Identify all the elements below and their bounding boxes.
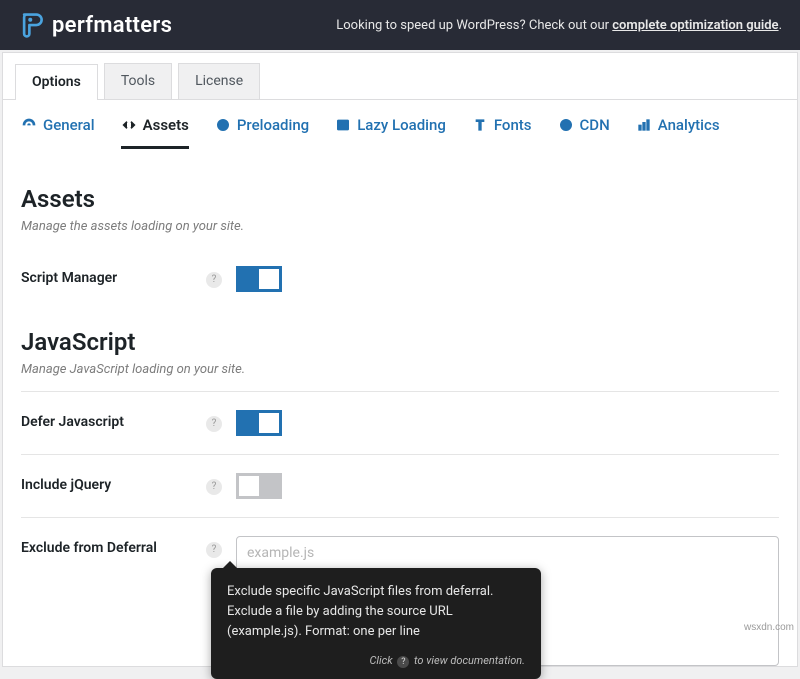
include-jquery-label: Include jQuery bbox=[21, 473, 206, 493]
banner-link[interactable]: complete optimization guide bbox=[612, 18, 778, 33]
main-tabs: Options Tools License bbox=[3, 53, 797, 100]
subnav-fonts[interactable]: Fonts bbox=[472, 116, 532, 149]
header-banner: Looking to speed up WordPress? Check out… bbox=[336, 18, 782, 33]
dashboard-icon bbox=[21, 117, 37, 133]
subnav-preloading[interactable]: Preloading bbox=[215, 116, 309, 149]
brand-logo: perfmatters bbox=[18, 11, 172, 39]
app-header: perfmatters Looking to speed up WordPres… bbox=[0, 0, 800, 50]
code-icon bbox=[121, 117, 137, 133]
banner-prefix: Looking to speed up WordPress? Check out… bbox=[336, 18, 612, 33]
subnav-general-label: General bbox=[43, 116, 95, 134]
tooltip-footer: Click ? to view documentation. bbox=[227, 652, 525, 669]
subnav-lazy-loading[interactable]: Lazy Loading bbox=[335, 116, 446, 149]
chart-icon bbox=[636, 117, 652, 133]
js-section-subtitle: Manage JavaScript loading on your site. bbox=[21, 362, 779, 377]
row-exclude-deferral: Exclude from Deferral ? Exclude specific… bbox=[21, 517, 779, 666]
tab-license[interactable]: License bbox=[178, 63, 260, 99]
row-defer-js: Defer Javascript ? bbox=[21, 391, 779, 454]
tab-content: Assets Manage the assets loading on your… bbox=[3, 149, 797, 666]
subnav-general[interactable]: General bbox=[21, 116, 95, 149]
subnav-fonts-label: Fonts bbox=[494, 116, 532, 134]
script-manager-toggle[interactable] bbox=[236, 266, 282, 292]
tab-options[interactable]: Options bbox=[15, 64, 98, 100]
assets-section-subtitle: Manage the assets loading on your site. bbox=[21, 219, 779, 234]
image-icon bbox=[335, 117, 351, 133]
js-section-title: JavaScript bbox=[21, 328, 779, 356]
tooltip-foot-prefix: Click bbox=[369, 654, 395, 667]
tab-tools[interactable]: Tools bbox=[104, 63, 172, 99]
row-include-jquery: Include jQuery ? bbox=[21, 454, 779, 517]
globe-icon bbox=[558, 117, 574, 133]
help-tooltip: Exclude specific JavaScript files from d… bbox=[211, 568, 541, 679]
subnav-preloading-label: Preloading bbox=[237, 116, 309, 134]
font-icon bbox=[472, 117, 488, 133]
watermark: wsxdn.com bbox=[744, 622, 794, 633]
row-script-manager: Script Manager ? bbox=[21, 248, 779, 310]
subnav-cdn[interactable]: CDN bbox=[558, 116, 610, 149]
clock-icon bbox=[215, 117, 231, 133]
subnav-analytics-label: Analytics bbox=[658, 116, 720, 134]
settings-panel: Options Tools License General Assets Pre… bbox=[2, 52, 798, 667]
defer-js-toggle[interactable] bbox=[236, 410, 282, 436]
subnav-assets[interactable]: Assets bbox=[121, 116, 189, 149]
exclude-deferral-label: Exclude from Deferral bbox=[21, 536, 206, 556]
banner-suffix: . bbox=[779, 18, 782, 33]
logo-icon bbox=[18, 11, 46, 39]
brand-name: perfmatters bbox=[52, 13, 172, 38]
subnav-analytics[interactable]: Analytics bbox=[636, 116, 720, 149]
tooltip-body: Exclude specific JavaScript files from d… bbox=[227, 582, 525, 642]
help-icon[interactable]: ? bbox=[206, 479, 222, 495]
help-icon: ? bbox=[397, 656, 409, 668]
script-manager-label: Script Manager bbox=[21, 266, 206, 286]
help-icon[interactable]: ? bbox=[206, 542, 222, 558]
subnav-cdn-label: CDN bbox=[580, 116, 610, 134]
tooltip-foot-suffix: to view documentation. bbox=[411, 654, 525, 667]
help-icon[interactable]: ? bbox=[206, 416, 222, 432]
assets-section-title: Assets bbox=[21, 185, 779, 213]
include-jquery-toggle[interactable] bbox=[236, 473, 282, 499]
subnav-assets-label: Assets bbox=[143, 116, 189, 134]
sub-nav: General Assets Preloading Lazy Loading F… bbox=[3, 100, 797, 149]
subnav-lazy-label: Lazy Loading bbox=[357, 116, 446, 134]
defer-js-label: Defer Javascript bbox=[21, 410, 206, 430]
help-icon[interactable]: ? bbox=[206, 272, 222, 288]
